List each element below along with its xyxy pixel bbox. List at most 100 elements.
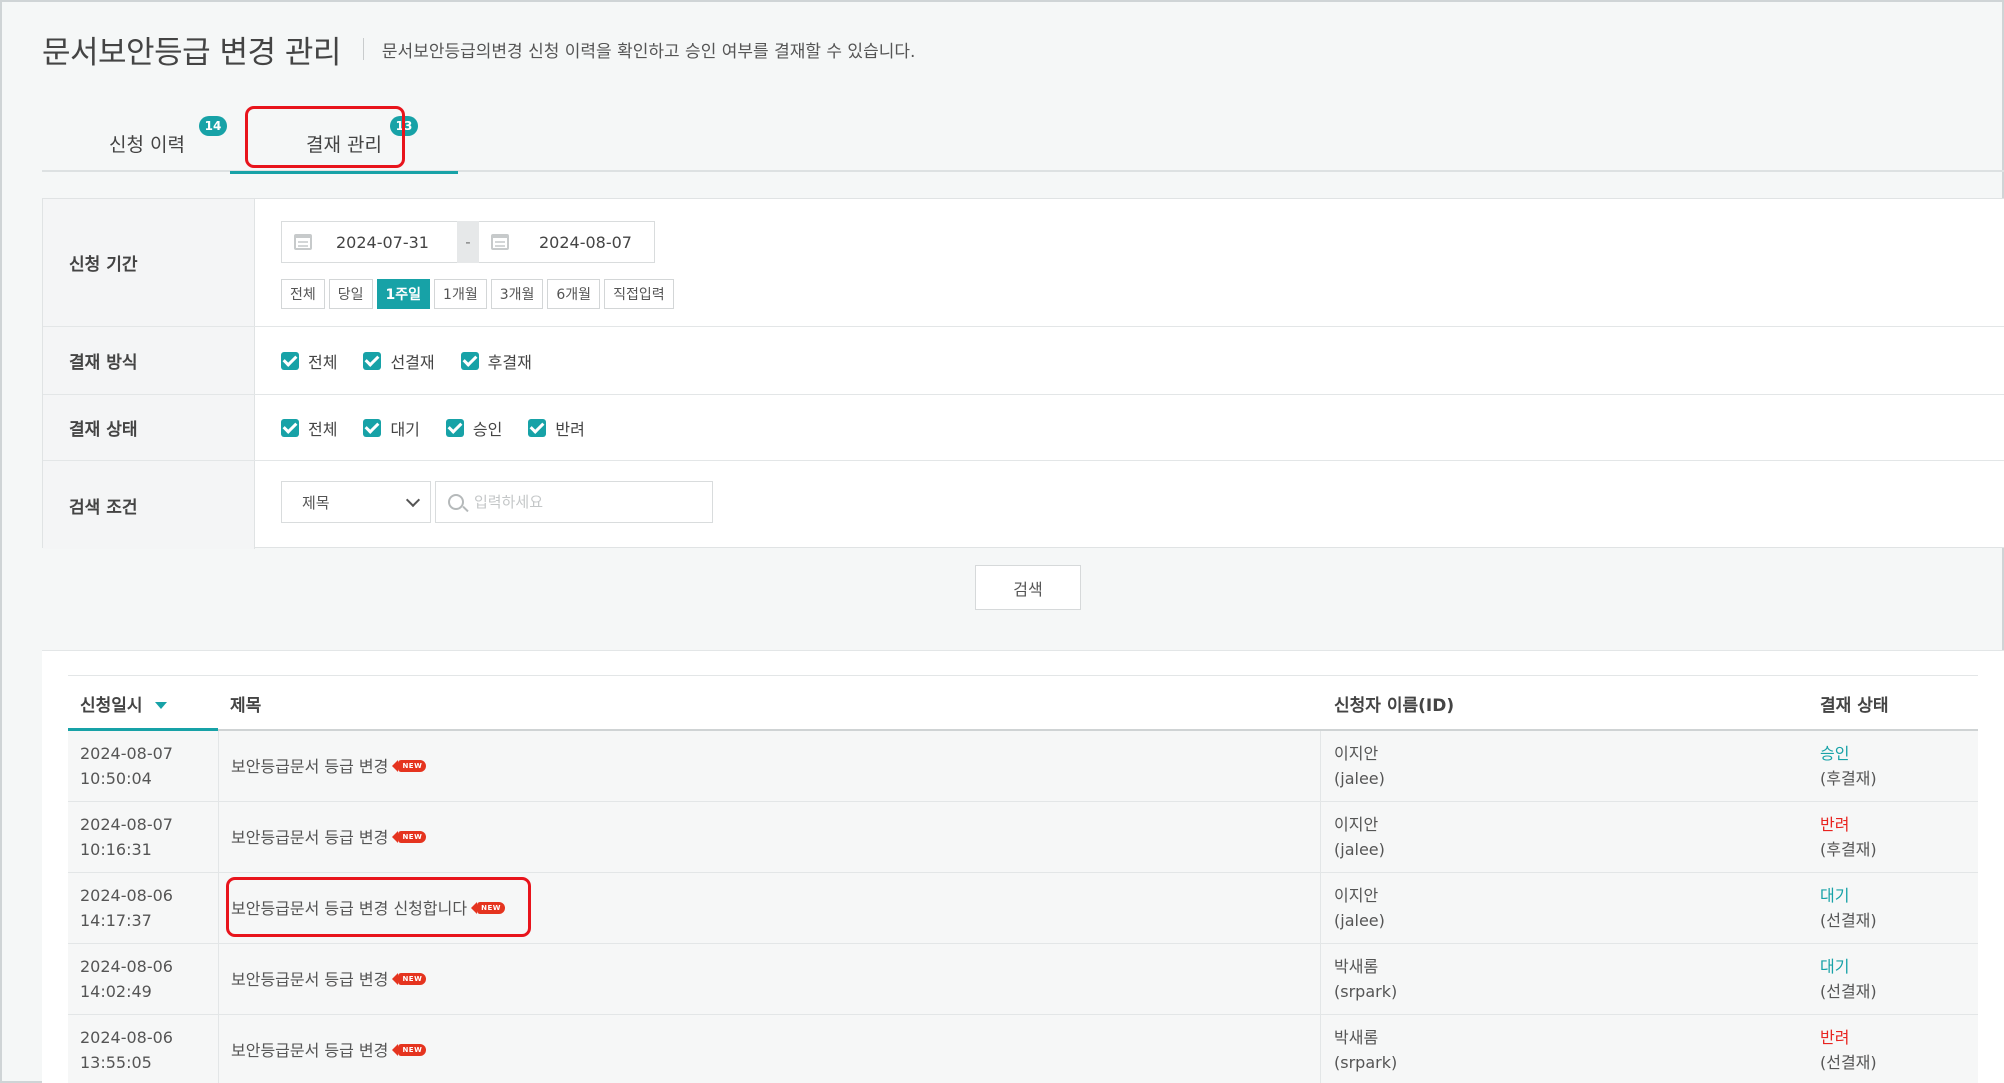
period-button-group: 전체 당일 1주일 1개월 3개월 6개월 직접입력 xyxy=(281,279,674,309)
filter-content: 제목 xyxy=(281,461,2004,549)
tab-approval-management[interactable]: 결재 관리 13 xyxy=(230,114,458,174)
document-title-link[interactable]: 보안등급문서 등급 변경 xyxy=(231,825,388,850)
cell-requester: 박새롬 (srpark) xyxy=(1334,1015,1397,1083)
table-header: 신청일시 제목 신청자 이름(ID) 결재 상태 xyxy=(68,675,1978,731)
requester-id: (jalee) xyxy=(1334,769,1385,788)
checkbox-checked-icon xyxy=(363,351,382,370)
filter-row-search: 검색 조건 제목 xyxy=(43,461,2004,549)
new-tag-icon: NEW xyxy=(392,973,427,985)
count-badge: 14 xyxy=(199,116,227,136)
request-date: 2024-08-06 xyxy=(80,1028,173,1047)
filter-content: 전체 선결재 후결재 xyxy=(281,327,2004,394)
checkbox-label: 반려 xyxy=(555,419,585,439)
method-checkbox-group: 전체 선결재 후결재 xyxy=(281,327,558,394)
approval-method: (선결재) xyxy=(1820,1053,1877,1072)
search-field-select[interactable]: 제목 xyxy=(281,481,431,523)
cell-title: 보안등급문서 등급 변경 NEW xyxy=(218,1015,1321,1083)
tab-label: 신청 이력 xyxy=(109,133,185,156)
method-checkbox-post[interactable]: 후결재 xyxy=(460,349,532,373)
cell-requester: 이지안 (jalee) xyxy=(1334,731,1385,801)
cell-requester: 이지안 (jalee) xyxy=(1334,873,1385,943)
table-row[interactable]: 2024-08-06 13:55:05 보안등급문서 등급 변경 NEW 박새롬… xyxy=(68,1015,1978,1083)
period-button-3months[interactable]: 3개월 xyxy=(490,279,544,309)
checkbox-checked-icon xyxy=(281,418,299,437)
status-checkbox-all[interactable]: 전체 xyxy=(281,416,337,440)
column-header-date[interactable]: 신청일시 xyxy=(80,676,167,730)
cell-title: 보안등급문서 등급 변경 NEW xyxy=(218,802,1321,872)
page-title: 문서보안등급 변경 관리 xyxy=(42,34,341,71)
page-header: 문서보안등급 변경 관리 문서보안등급의변경 신청 이력을 확인하고 승인 여부… xyxy=(42,26,915,72)
status-checkbox-approved[interactable]: 승인 xyxy=(445,416,502,440)
period-button-today[interactable]: 당일 xyxy=(328,279,373,309)
chevron-down-icon xyxy=(405,492,421,508)
cell-status: 반려 (선결재) xyxy=(1820,1015,1877,1083)
table-row[interactable]: 2024-08-06 14:02:49 보안등급문서 등급 변경 NEW 박새롬… xyxy=(68,944,1978,1015)
requester-name: 이지안 xyxy=(1334,886,1379,905)
cell-status: 반려 (후결재) xyxy=(1820,802,1877,872)
filter-content: 2024-07-31 - 2024-08-07 전체 당일 1주일 1개월 3개… xyxy=(281,199,2004,326)
request-time: 13:55:05 xyxy=(80,1053,152,1072)
tab-request-history[interactable]: 신청 이력 14 xyxy=(77,114,227,172)
column-header-title: 제목 xyxy=(230,695,262,716)
filter-row-period: 신청 기간 2024-07-31 - 2024-08-07 전체 당일 1주일 … xyxy=(43,199,2004,327)
cell-title: 보안등급문서 등급 변경 NEW xyxy=(218,944,1321,1014)
checkbox-checked-icon xyxy=(281,351,299,370)
checkbox-label: 전체 xyxy=(308,419,338,439)
cell-date: 2024-08-06 13:55:05 xyxy=(80,1015,173,1083)
cell-requester: 이지안 (jalee) xyxy=(1334,802,1385,872)
table-row[interactable]: 2024-08-07 10:16:31 보안등급문서 등급 변경 NEW 이지안… xyxy=(68,802,1978,873)
document-title-link[interactable]: 보안등급문서 등급 변경 xyxy=(231,754,388,779)
date-to-field[interactable]: 2024-08-07 xyxy=(479,221,655,263)
request-date: 2024-08-06 xyxy=(80,886,173,905)
requester-id: (srpark) xyxy=(1334,982,1398,1001)
method-checkbox-pre[interactable]: 선결재 xyxy=(363,349,435,373)
status-checkbox-group: 전체 대기 승인 반려 xyxy=(281,395,611,460)
approval-method: (후결재) xyxy=(1820,840,1877,859)
period-button-6months[interactable]: 6개월 xyxy=(547,279,601,309)
cell-date: 2024-08-07 10:16:31 xyxy=(80,802,173,872)
table-row[interactable]: 2024-08-06 14:17:37 보안등급문서 등급 변경 신청합니다 N… xyxy=(68,873,1978,944)
tab-label: 결재 관리 xyxy=(306,133,382,156)
new-tag-icon: NEW xyxy=(392,1044,427,1056)
new-tag-icon: NEW xyxy=(471,902,506,914)
filter-label: 신청 기간 xyxy=(43,199,255,326)
cell-status: 대기 (선결재) xyxy=(1820,873,1877,943)
requester-id: (jalee) xyxy=(1334,911,1385,930)
cell-title: 보안등급문서 등급 변경 신청합니다 NEW xyxy=(218,873,1321,943)
table-row[interactable]: 2024-08-07 10:50:04 보안등급문서 등급 변경 NEW 이지안… xyxy=(68,731,1978,802)
filter-panel: 신청 기간 2024-07-31 - 2024-08-07 전체 당일 1주일 … xyxy=(42,198,2004,549)
date-to-value: 2024-08-07 xyxy=(539,232,632,252)
approval-method: (선결재) xyxy=(1820,911,1877,930)
method-checkbox-all[interactable]: 전체 xyxy=(281,349,337,373)
document-title-link[interactable]: 보안등급문서 등급 변경 xyxy=(231,1038,388,1063)
period-button-1month[interactable]: 1개월 xyxy=(434,279,487,309)
new-tag-icon: NEW xyxy=(392,760,427,772)
checkbox-label: 선결재 xyxy=(390,352,435,372)
calendar-icon xyxy=(491,234,509,250)
approval-table: 신청일시 제목 신청자 이름(ID) 결재 상태 2024-08-07 10:5… xyxy=(68,675,1978,1083)
period-button-all[interactable]: 전체 xyxy=(281,279,325,309)
date-from-field[interactable]: 2024-07-31 xyxy=(281,221,479,263)
date-separator: - xyxy=(457,221,479,263)
checkbox-checked-icon xyxy=(460,351,479,370)
filter-content: 전체 대기 승인 반려 xyxy=(281,395,2004,460)
period-button-custom[interactable]: 직접입력 xyxy=(604,279,674,309)
status-checkbox-rejected[interactable]: 반려 xyxy=(528,416,585,440)
checkbox-checked-icon xyxy=(363,418,382,437)
requester-name: 박새롬 xyxy=(1334,957,1379,976)
search-icon xyxy=(448,494,464,510)
cell-date: 2024-08-06 14:17:37 xyxy=(80,873,173,943)
period-button-1week[interactable]: 1주일 xyxy=(376,279,431,309)
cell-title: 보안등급문서 등급 변경 NEW xyxy=(218,731,1321,801)
count-badge: 13 xyxy=(390,116,418,136)
request-time: 14:02:49 xyxy=(80,982,152,1001)
checkbox-checked-icon xyxy=(528,418,547,437)
document-title-link[interactable]: 보안등급문서 등급 변경 신청합니다 xyxy=(231,896,467,921)
search-button[interactable]: 검색 xyxy=(975,565,1081,610)
approval-status: 반려 xyxy=(1820,815,1850,834)
cell-date: 2024-08-06 14:02:49 xyxy=(80,944,173,1014)
status-checkbox-waiting[interactable]: 대기 xyxy=(363,416,420,440)
cell-requester: 박새롬 (srpark) xyxy=(1334,944,1397,1014)
document-title-link[interactable]: 보안등급문서 등급 변경 xyxy=(231,967,388,992)
search-input[interactable] xyxy=(474,493,704,511)
